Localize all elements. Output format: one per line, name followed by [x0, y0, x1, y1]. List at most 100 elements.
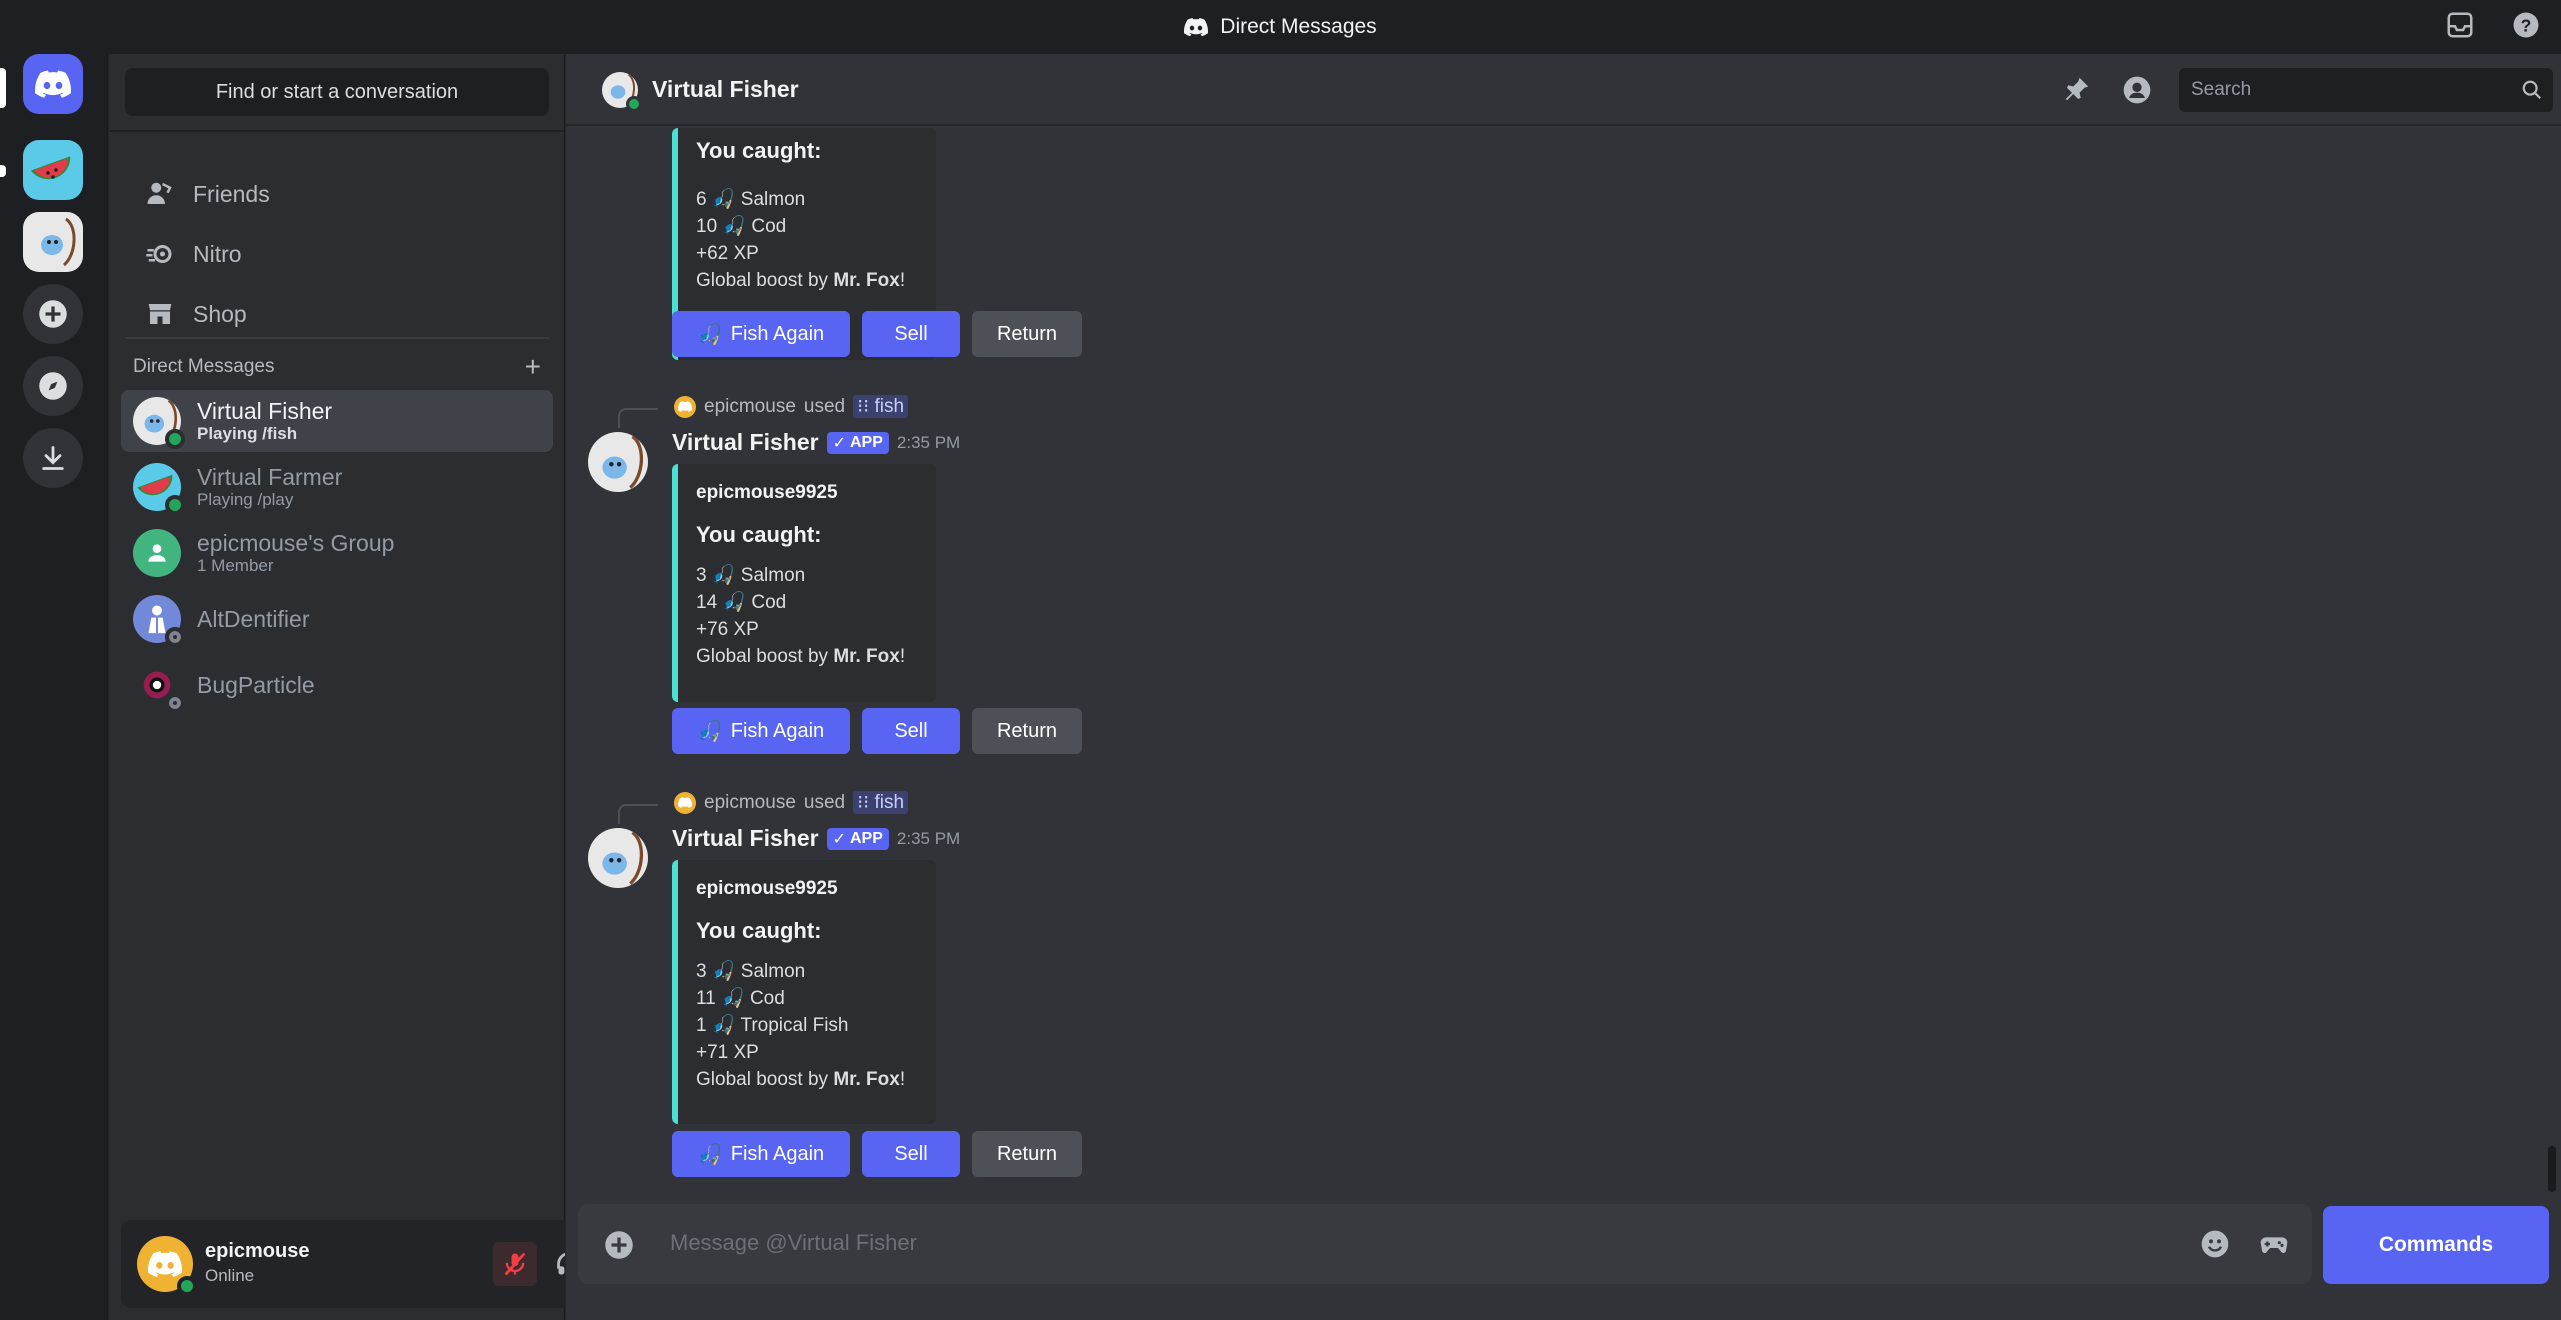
dm-item-bugparticle[interactable]: BugParticle	[121, 654, 553, 716]
channel-name: Virtual Fisher	[652, 76, 799, 102]
sidebar-separator	[125, 337, 549, 339]
sell-button[interactable]: Sell	[862, 311, 960, 357]
avatar	[133, 463, 185, 515]
fish-again-button[interactable]: 🎣 Fish Again	[672, 708, 850, 754]
command-name: fish	[874, 396, 905, 417]
user-avatar[interactable]	[137, 1236, 197, 1296]
app-badge: ✓ APP	[826, 827, 889, 850]
download-button[interactable]	[23, 428, 83, 488]
catch-line: 6 🎣 Salmon	[696, 189, 806, 210]
fisher-avatar-icon	[602, 435, 644, 489]
message-header: Virtual Fisher ✓ APP 2:35 PM	[672, 429, 960, 456]
nav-friends-label: Friends	[193, 180, 270, 207]
search-icon	[2522, 80, 2542, 100]
fishing-rod-icon: 🎣	[697, 1143, 723, 1166]
slash-command-tag[interactable]: ⁝⁝ fish	[853, 395, 909, 418]
message-author[interactable]: Virtual Fisher	[672, 429, 819, 456]
fish-again-label: Fish Again	[730, 322, 825, 345]
message-author[interactable]: Virtual Fisher	[672, 825, 819, 852]
app-badge: ✓ APP	[826, 431, 889, 454]
fish-again-label: Fish Again	[730, 1142, 825, 1165]
dm-member-count: 1 Member	[197, 556, 274, 575]
unread-pill	[0, 165, 6, 177]
dm-item-virtual-fisher[interactable]: Virtual Fisher Playing /fish	[121, 390, 553, 452]
add-server-button[interactable]	[23, 284, 83, 344]
return-button[interactable]: Return	[972, 311, 1082, 357]
server-virtual-fisher[interactable]	[23, 212, 83, 272]
nav-friends[interactable]: Friends	[121, 168, 553, 220]
attach-plus-icon[interactable]	[604, 1230, 634, 1260]
return-button[interactable]: Return	[972, 1131, 1082, 1177]
plus-circle-icon	[39, 300, 67, 328]
slash-command-tag[interactable]: ⁝⁝ fish	[853, 791, 909, 814]
home-button[interactable]	[23, 54, 83, 114]
reply-reference[interactable]: epicmouse used ⁝⁝ fish	[674, 791, 909, 814]
message-timestamp: 2:35 PM	[896, 828, 961, 848]
dm-item-virtual-farmer[interactable]: Virtual Farmer Playing /play	[121, 456, 553, 518]
pin-icon[interactable]	[2062, 74, 2092, 104]
find-conversation-button[interactable]: Find or start a conversation	[125, 68, 549, 116]
message-avatar[interactable]	[588, 432, 648, 492]
action-row: 🎣 Fish Again Sell Return	[672, 1131, 1082, 1177]
reply-connector	[618, 408, 658, 428]
boost-suffix: !	[899, 270, 906, 291]
user-profile-icon[interactable]	[2121, 74, 2153, 106]
username: epicmouse	[205, 1240, 310, 1262]
dm-item-altdentifier[interactable]: AltDentifier	[121, 588, 553, 650]
reply-reference[interactable]: epicmouse used ⁝⁝ fish	[674, 395, 909, 418]
fish-again-button[interactable]: 🎣 Fish Again	[672, 311, 850, 357]
sell-button[interactable]: Sell	[862, 1131, 960, 1177]
server-virtual-farmer[interactable]	[23, 140, 83, 200]
chat-area: Virtual Fisher Search You caught: 6 🎣 Sa…	[565, 54, 2561, 1320]
fish-again-button[interactable]: 🎣 Fish Again	[672, 1131, 850, 1177]
dm-name: BugParticle	[197, 672, 315, 698]
avatar	[133, 397, 185, 449]
dm-sidebar: Find or start a conversation Friends Nit…	[108, 54, 665, 1320]
fishing-rod-icon: 🎣	[697, 323, 723, 346]
sell-button[interactable]: Sell	[862, 708, 960, 754]
window-title: Direct Messages	[1184, 15, 1377, 39]
nav-shop[interactable]: Shop	[121, 288, 553, 340]
catch-line: 11 🎣 Cod	[696, 988, 785, 1009]
nav-nitro[interactable]: Nitro	[121, 228, 553, 280]
dm-name: Virtual Fisher	[197, 398, 333, 424]
gamepad-icon[interactable]	[2258, 1228, 2290, 1260]
explore-button[interactable]	[23, 356, 83, 416]
mute-button[interactable]	[493, 1242, 537, 1286]
dm-name: epicmouse's Group	[197, 530, 395, 556]
nav-nitro-label: Nitro	[193, 240, 242, 267]
fisher-avatar-icon	[41, 217, 76, 267]
message-avatar[interactable]	[588, 828, 648, 888]
avatar	[133, 529, 181, 577]
online-status-icon	[626, 96, 642, 112]
boost-prefix: Global boost by	[696, 270, 834, 291]
reply-user: epicmouse	[704, 791, 796, 813]
create-dm-plus-icon[interactable]: +	[525, 353, 541, 381]
chat-scrollbar-thumb[interactable]	[2548, 1146, 2556, 1192]
fish-again-label: Fish Again	[730, 719, 825, 742]
online-status-icon	[165, 495, 185, 515]
inbox-icon[interactable]	[2445, 10, 2475, 40]
online-status-icon	[165, 429, 185, 449]
dm-header-label: Direct Messages	[133, 356, 275, 377]
app-badge-label: APP	[849, 829, 883, 847]
return-button[interactable]: Return	[972, 708, 1082, 754]
embed-author: epicmouse9925	[696, 482, 838, 503]
dm-name: Virtual Farmer	[197, 464, 343, 490]
embed-title: You caught:	[696, 138, 822, 163]
boost-suffix: !	[899, 646, 906, 667]
dm-item-epicmouse-group[interactable]: epicmouse's Group 1 Member	[121, 522, 553, 584]
search-input[interactable]: Search	[2179, 68, 2553, 112]
svg-text:?: ?	[2521, 15, 2532, 35]
reply-user: epicmouse	[704, 395, 796, 417]
reply-connector	[618, 804, 658, 824]
embed-title: You caught:	[696, 522, 822, 547]
commands-button[interactable]: Commands	[2323, 1206, 2549, 1284]
watermelon-icon	[30, 156, 71, 180]
help-icon[interactable]: ?	[2511, 10, 2541, 40]
boost-name: Mr. Fox	[833, 270, 900, 291]
emoji-icon[interactable]	[2199, 1228, 2231, 1260]
boost-prefix: Global boost by	[696, 646, 834, 667]
boost-line: Global boost by Mr. Fox!	[696, 1066, 916, 1093]
message-composer[interactable]: Message @Virtual Fisher	[578, 1204, 2312, 1284]
